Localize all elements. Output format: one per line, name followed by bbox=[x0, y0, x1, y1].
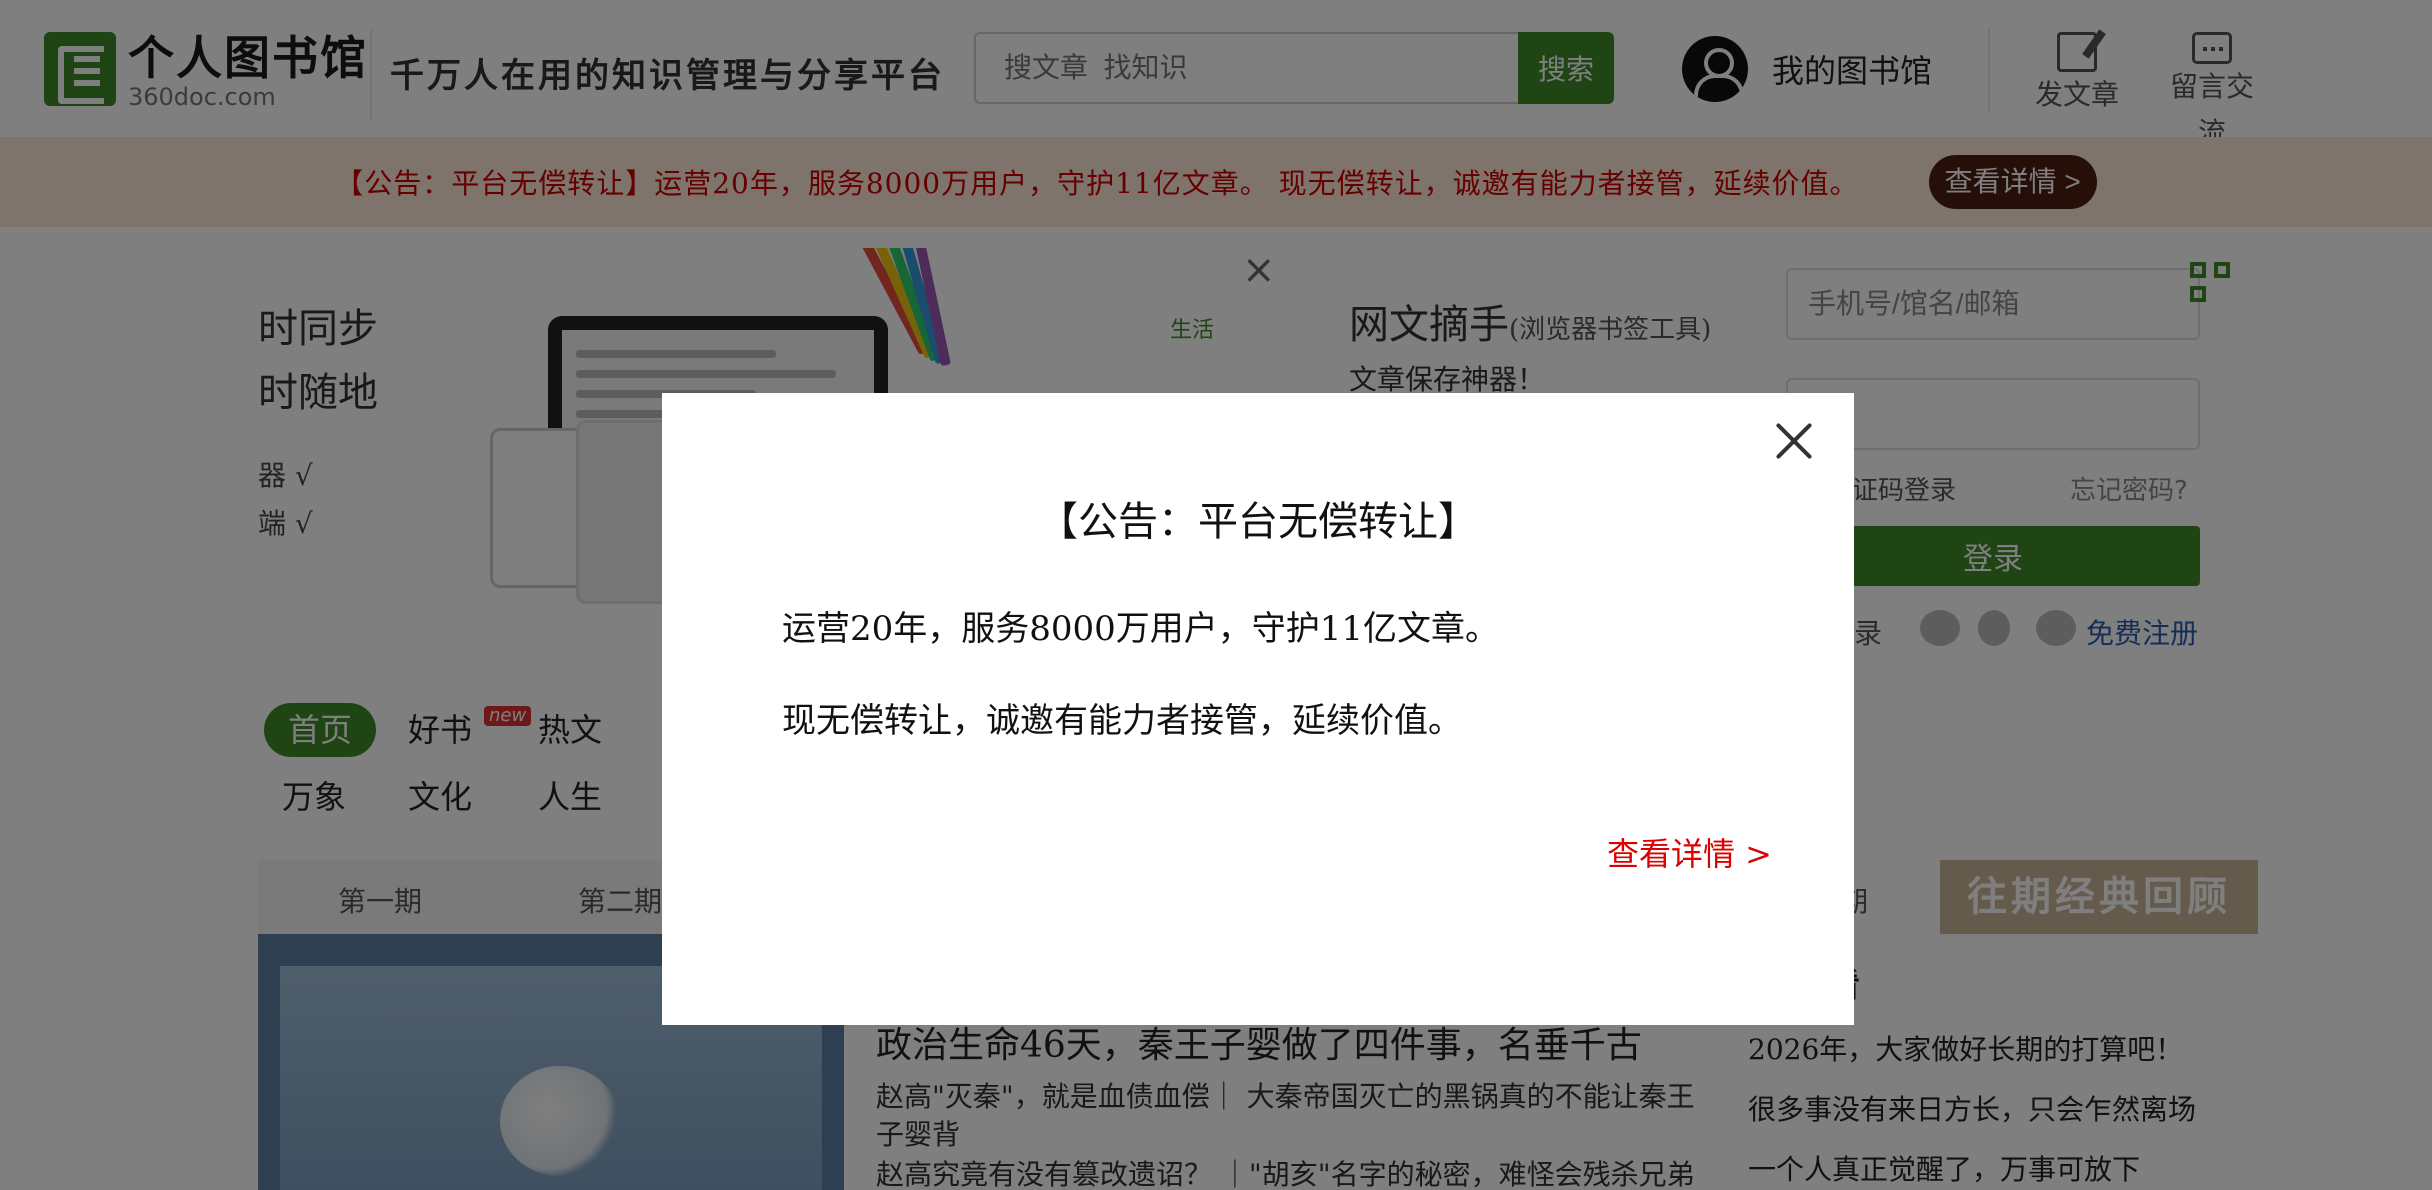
modal-title: 【公告：平台无偿转让】 bbox=[1038, 499, 1478, 545]
announcement-modal: 【公告：平台无偿转让】 运营20年，服务8000万用户，守护11亿文章。 现无偿… bbox=[662, 393, 1854, 1025]
close-icon[interactable] bbox=[1774, 421, 1814, 461]
modal-line-2: 现无偿转让，诚邀有能力者接管，延续价值。 bbox=[782, 701, 1462, 741]
page: 个人图书馆 360doc.com 千万人在用的知识管理与分享平台 搜索 我的图书… bbox=[0, 0, 2432, 1190]
modal-line-1: 运营20年，服务8000万用户，守护11亿文章。 bbox=[782, 609, 1500, 649]
modal-details-link[interactable]: 查看详情 > bbox=[1607, 829, 1772, 875]
